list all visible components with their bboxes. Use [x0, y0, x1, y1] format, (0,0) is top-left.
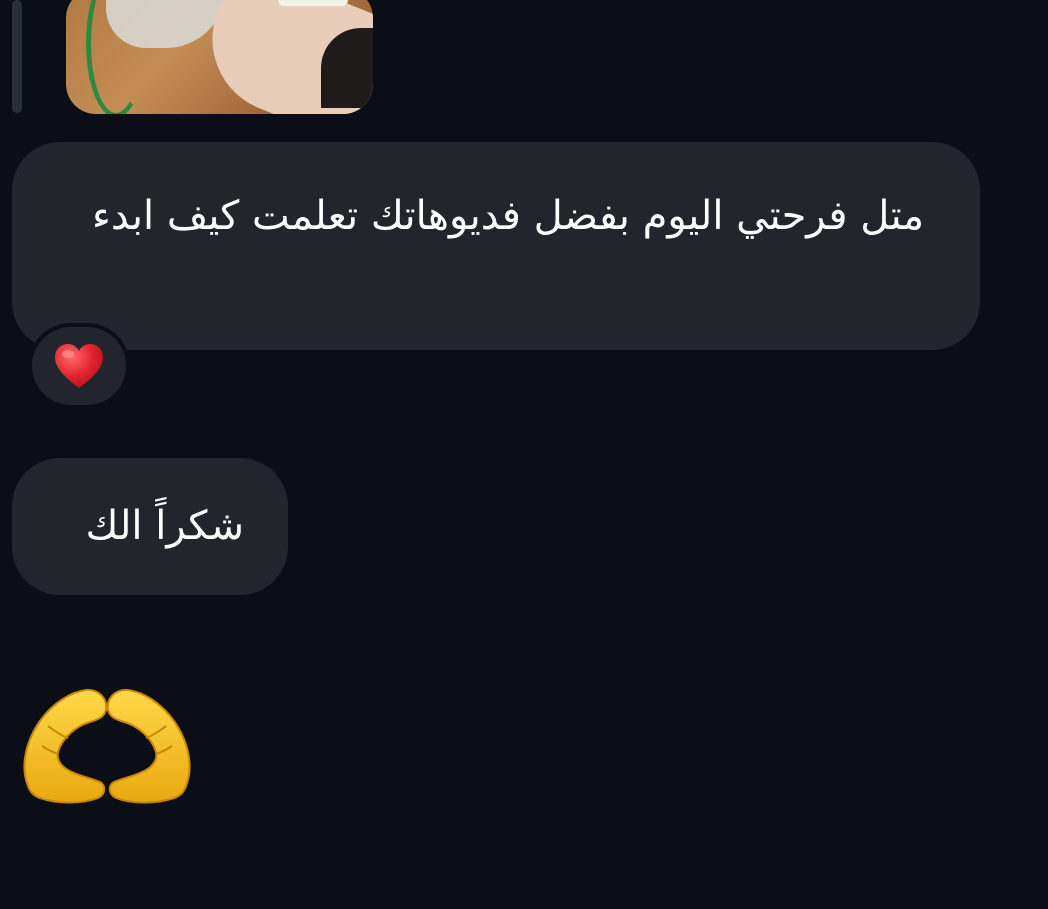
story-reply-bar [12, 0, 22, 113]
message-text: متل فرحتي اليوم بفضل فديوهاتك تعلمت كيف … [92, 193, 924, 239]
message-text: شكراً الك [85, 503, 244, 549]
chat-screen: متل فرحتي اليوم بفضل فديوهاتك تعلمت كيف … [0, 0, 1048, 909]
story-thumbnail[interactable] [66, 0, 373, 114]
red-heart-icon [55, 344, 103, 388]
message-reaction[interactable] [28, 323, 130, 409]
message-bubble[interactable]: شكراً الك [12, 458, 288, 595]
message-bubble[interactable]: متل فرحتي اليوم بفضل فديوهاتك تعلمت كيف … [12, 142, 980, 350]
heart-hands-icon[interactable] [18, 686, 196, 806]
